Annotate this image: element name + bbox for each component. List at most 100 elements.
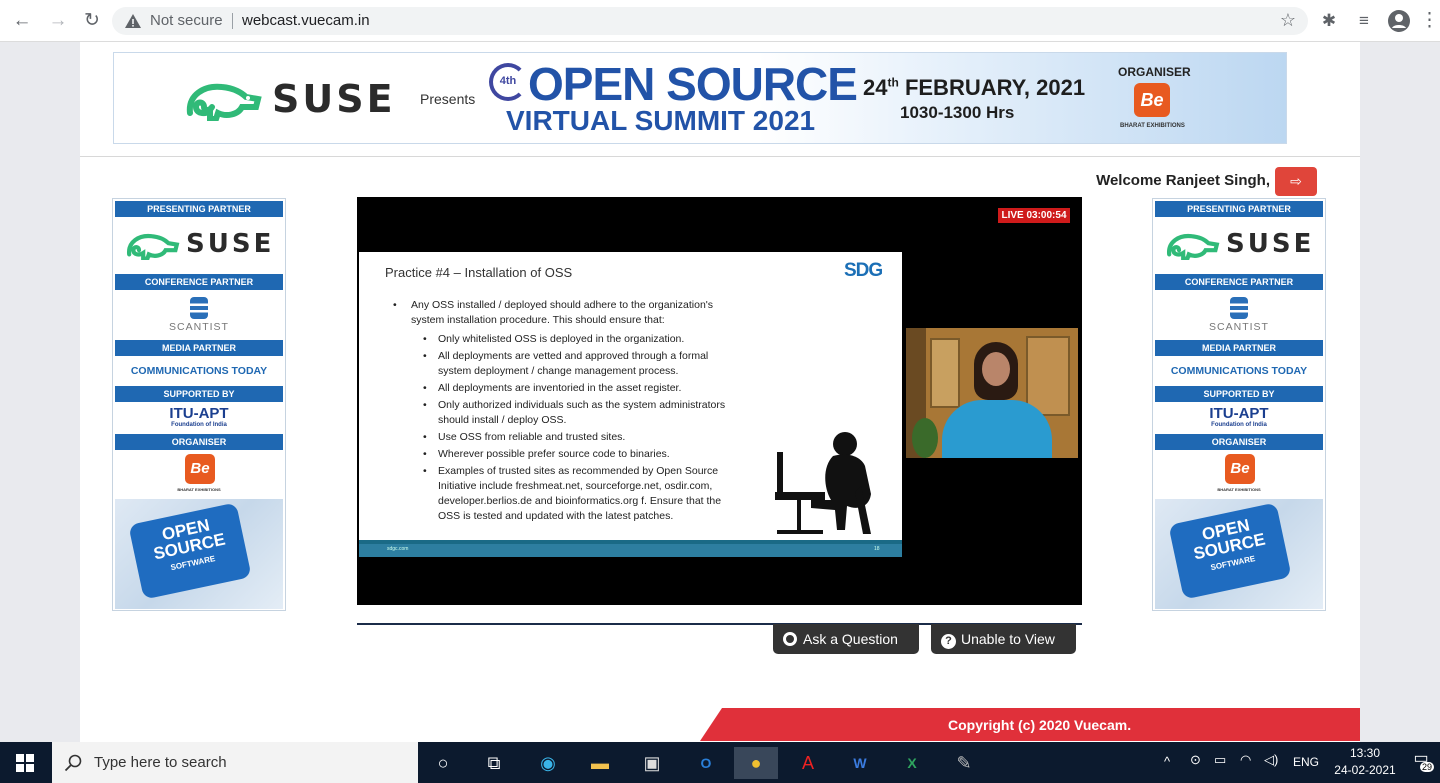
event-banner: SUSE Presents 4th OPEN SOURCE VIRTUAL SU… — [113, 52, 1287, 144]
unable-to-view-button[interactable]: ? Unable to View — [931, 624, 1076, 654]
date-suffix: th — [887, 75, 899, 90]
edge-browser-icon[interactable]: ◉ — [526, 747, 570, 779]
itu-apt-logo: ITU-APT — [169, 405, 229, 422]
supported-by-header: SUPPORTED BY — [115, 386, 283, 402]
supported-by-header: SUPPORTED BY — [1155, 386, 1323, 402]
suse-wordmark: SUSE — [186, 229, 275, 259]
unable-to-view-label: Unable to View — [961, 631, 1055, 647]
slide-footer-bar: sdgc.com 18 — [359, 540, 902, 557]
slide-sub-list: Only whitelisted OSS is deployed in the … — [423, 332, 725, 524]
speaker-face — [982, 352, 1010, 386]
extensions-icon[interactable]: ✱ — [1317, 9, 1341, 33]
organiser-header: ORGANISER — [1155, 434, 1323, 450]
store-icon[interactable]: ▣ — [630, 747, 674, 779]
logout-icon: ⇨ — [1290, 173, 1302, 189]
slide-footer-url: sdgc.com — [387, 546, 409, 552]
slide-sub-bullet: Wherever possible prefer source code to … — [423, 447, 725, 462]
wifi-icon[interactable]: ◠ — [1240, 752, 1251, 768]
ask-question-button[interactable]: Ask a Question — [773, 624, 919, 654]
bookmark-star-icon[interactable]: ☆ — [1280, 10, 1296, 31]
slide-page-number: 18 — [874, 546, 880, 552]
organiser-name: BHARAT EXHIBITIONS — [177, 487, 221, 492]
address-bar[interactable]: Not secure webcast.vuecam.in ☆ — [112, 7, 1308, 35]
organiser-logo: Be — [185, 454, 215, 484]
organiser-header: ORGANISER — [115, 434, 283, 450]
slide-sub-bullet: Only authorized individuals such as the … — [423, 398, 725, 428]
chrome-browser-icon[interactable]: ● — [734, 747, 778, 779]
outlook-icon[interactable]: O — [684, 747, 728, 779]
suse-chameleon-icon — [127, 233, 180, 260]
paint-icon[interactable]: ✎ — [942, 747, 986, 779]
media-partner-name: COMMUNICATIONS TODAY — [1170, 365, 1308, 377]
itu-apt-subtitle: Foundation of India — [1211, 422, 1267, 428]
organiser-logo: Be — [1225, 454, 1255, 484]
conference-partner-header: CONFERENCE PARTNER — [1155, 274, 1323, 290]
menu-kebab-icon[interactable]: ⋮ — [1420, 9, 1439, 33]
speaker-webcam — [906, 328, 1078, 458]
taskbar-search-placeholder: Type here to search — [94, 754, 227, 771]
security-label: Not secure — [150, 12, 223, 29]
warning-icon — [125, 14, 141, 28]
slide-sub-bullet: All deployments are vetted and approved … — [423, 349, 725, 379]
taskbar-search-box[interactable]: Type here to search — [52, 742, 418, 783]
edition-badge: 4th — [489, 63, 527, 101]
copyright-text: Copyright (c) 2020 Vuecam. — [948, 717, 1132, 733]
presenting-partner-header: PRESENTING PARTNER — [115, 201, 283, 217]
slide-bullet-list: Any OSS installed / deployed should adhe… — [393, 298, 713, 328]
clock-time: 13:30 — [1349, 746, 1381, 760]
open-source-puzzle-graphic: OPEN SOURCE SOFTWARE — [1155, 499, 1323, 609]
help-icon: ? — [941, 634, 956, 649]
event-time: 1030-1300 Hrs — [900, 103, 1015, 122]
slide-bullet: Any OSS installed / deployed should adhe… — [393, 298, 713, 328]
forward-icon[interactable]: → — [46, 9, 70, 33]
presentation-slide: Practice #4 – Installation of OSS SDG An… — [359, 252, 902, 557]
chat-bubble-icon — [783, 632, 797, 646]
profile-avatar-icon[interactable] — [1387, 9, 1411, 33]
sponsor-panel-left: PRESENTING PARTNER SUSE CONFERENCE PARTN… — [112, 198, 286, 611]
clock[interactable]: 13:30 24-02-2021 — [1330, 745, 1400, 779]
browser-toolbar: ← → ↻ Not secure webcast.vuecam.in ☆ ✱ ≡… — [0, 0, 1440, 42]
scantist-name: SCANTIST — [1209, 321, 1269, 333]
url-text[interactable]: webcast.vuecam.in — [242, 12, 370, 29]
suse-wordmark: SUSE — [1226, 229, 1315, 259]
excel-icon[interactable]: X — [890, 747, 934, 779]
logout-button[interactable]: ⇨ — [1275, 167, 1317, 196]
search-icon — [64, 754, 82, 772]
suse-chameleon-icon — [1167, 233, 1220, 260]
date-day: 24 — [863, 75, 888, 100]
battery-icon[interactable]: ▭ — [1214, 752, 1226, 768]
reload-icon[interactable]: ↻ — [80, 9, 104, 33]
back-icon[interactable]: ← — [10, 9, 34, 33]
cortana-icon[interactable]: ○ — [421, 747, 465, 779]
ask-question-label: Ask a Question — [803, 631, 898, 647]
slide-title: Practice #4 – Installation of OSS — [385, 265, 573, 280]
speaker-body — [942, 400, 1052, 458]
file-explorer-icon[interactable]: ▬ — [578, 747, 622, 779]
organiser-name: BHARAT EXHIBITIONS — [1217, 487, 1261, 492]
cam-plant — [912, 418, 938, 458]
sponsor-panel-right: PRESENTING PARTNER SUSE CONFERENCE PARTN… — [1152, 198, 1326, 611]
itu-apt-subtitle: Foundation of India — [171, 422, 227, 428]
meet-now-icon[interactable]: ⊙ — [1190, 752, 1201, 768]
word-icon[interactable]: W — [838, 747, 882, 779]
page-footer: Copyright (c) 2020 Vuecam. — [700, 708, 1360, 741]
summit-subtitle: VIRTUAL SUMMIT 2021 — [506, 105, 816, 136]
slide-sub-bullet: Only whitelisted OSS is deployed in the … — [423, 332, 725, 347]
slide-sub-bullet: Examples of trusted sites as recommended… — [423, 464, 725, 524]
presenting-partner-header: PRESENTING PARTNER — [1155, 201, 1323, 217]
language-indicator[interactable]: ENG — [1293, 755, 1319, 769]
windows-start-icon[interactable] — [16, 754, 34, 772]
volume-icon[interactable]: ◁) — [1264, 752, 1278, 768]
acrobat-icon[interactable]: A — [786, 747, 830, 779]
notification-count: 29 — [1420, 762, 1435, 772]
chevron-up-icon[interactable]: ^ — [1164, 754, 1170, 769]
media-partner-name: COMMUNICATIONS TODAY — [130, 365, 268, 377]
organiser-logo: Be — [1134, 83, 1170, 117]
suse-chameleon-icon — [186, 83, 262, 121]
reading-list-icon[interactable]: ≡ — [1352, 9, 1376, 33]
organiser-name: BHARAT EXHIBITIONS — [1120, 123, 1185, 129]
task-view-icon[interactable]: ⧉ — [472, 747, 516, 779]
scantist-name: SCANTIST — [169, 321, 229, 333]
notification-center[interactable]: ▭ 29 — [1408, 750, 1435, 776]
conference-partner-header: CONFERENCE PARTNER — [115, 274, 283, 290]
